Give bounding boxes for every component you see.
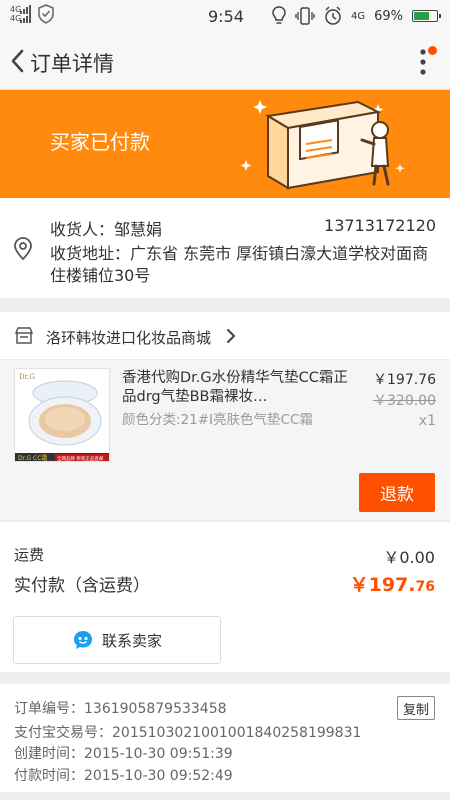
paid-amount-label: 实付款（含运费） [14,576,150,596]
product-title: 香港代购Dr.G水份精华气垫CC霜正品drg气垫BB霜裸妆… [122,370,348,405]
product-sku: 颜色分类:21#I亮肤色气垫CC霜 [122,412,313,428]
back-arrow-icon[interactable] [8,48,28,74]
receiver-name: 收货人：邹慧娟 [50,220,163,239]
order-status-banner: 买家已付款 [0,90,450,198]
signal-icon: 4G 4G [10,5,31,23]
more-menu-icon[interactable] [418,48,428,76]
product-price: ￥197.76 [373,372,436,388]
chat-face-icon [73,631,92,649]
order-number: 订单编号：1361905879533458 [14,701,227,717]
thumb-footer-right: 全网品牌 原装正品直邮 [57,455,104,462]
status-left: 4G 4G [10,4,55,24]
store-icon [14,327,34,344]
created-time: 创建时间：2015-10-30 09:51:39 [14,746,233,762]
page-title: 订单详情 [30,52,114,76]
order-info: 订单编号：1361905879533458 支付宝交易号：20151030210… [0,684,450,792]
order-status-text: 买家已付款 [50,130,150,154]
product-original-price: ￥320.00 [373,393,436,409]
shop-name: 洛环韩妆进口化妆品商城 [46,329,212,347]
vibrate-icon [295,7,315,25]
lightbulb-icon [272,6,286,24]
paid-decimal: 76 [415,579,435,595]
network-type-right: 4G [350,10,366,22]
status-bar: 4G 4G 9:54 4G 69% [0,0,450,32]
product-image: Dr.G Dr.G CC霜 全网品牌 原装正品直邮 [15,369,109,462]
alarm-icon [325,6,341,25]
paid-time: 付款时间：2015-10-30 09:52:49 [14,768,233,784]
thumb-brand: Dr.G [19,373,35,381]
battery-percent: 69% [374,8,403,24]
product-quantity: x1 [418,413,436,429]
shop-row[interactable]: 洛环韩妆进口化妆品商城 [0,312,450,360]
shipping-label: 运费 [14,546,45,564]
payment-summary: 运费 ￥0.00 实付款（含运费） ￥197.76 联系卖家 [0,522,450,672]
location-pin-icon [14,237,32,261]
thumb-footer-left: Dr.G CC霜 [18,455,47,462]
refund-button[interactable]: 退款 [359,473,435,512]
paid-currency: ￥ [349,574,369,596]
receiver-phone: 13713172120 [324,216,436,235]
paid-integer: 197. [368,574,416,596]
notification-dot [428,46,437,55]
copy-button[interactable]: 复制 [397,696,435,720]
shipping-value: ￥0.00 [383,548,435,567]
contact-seller-button[interactable]: 联系卖家 [13,616,221,664]
order-item[interactable]: Dr.G Dr.G CC霜 全网品牌 原装正品直邮 香港代购Dr.G水份精华气垫… [0,360,450,520]
product-thumbnail[interactable]: Dr.G Dr.G CC霜 全网品牌 原装正品直邮 [14,368,110,462]
nav-header: 订单详情 [0,32,450,90]
battery-icon [412,10,441,22]
shipping-address-card: 收货人：邹慧娟 13713172120 收货地址：广东省 东莞市 厚街镇白濠大道… [0,198,450,298]
shield-icon [38,4,54,24]
contact-seller-label: 联系卖家 [101,631,162,650]
receiver-address: 收货地址：广东省 东莞市 厚街镇白濠大道学校对面商住楼铺位30号 [50,244,429,285]
clock: 9:54 [208,7,244,26]
paid-amount: ￥197.76 [350,570,435,597]
chevron-right-icon [227,329,235,343]
package-illustration [240,100,405,190]
alipay-trade-number: 支付宝交易号：2015103021001001840258199831 [14,725,362,741]
status-right: 4G 69% [272,6,441,26]
